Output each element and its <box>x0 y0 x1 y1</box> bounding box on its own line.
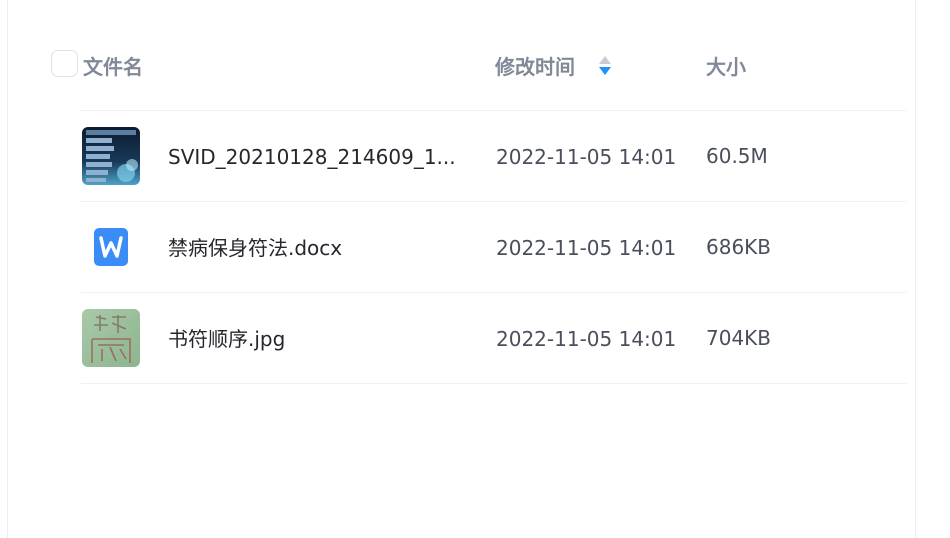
file-modified-time: 2022-11-05 14:01 <box>496 327 677 351</box>
file-name[interactable]: 禁病保身符法.docx <box>168 235 342 261</box>
select-all-checkbox[interactable] <box>51 50 78 77</box>
file-row[interactable]: SVID_20210128_214609_1... 2022-11-05 14:… <box>0 111 950 202</box>
file-name[interactable]: SVID_20210128_214609_1... <box>168 144 456 170</box>
row-divider <box>81 383 907 384</box>
column-header-size[interactable]: 大小 <box>706 54 746 80</box>
file-modified-time: 2022-11-05 14:01 <box>496 145 677 169</box>
file-size: 704KB <box>706 326 772 350</box>
file-row[interactable]: 禁病保身符法.docx 2022-11-05 14:01 686KB <box>0 202 950 293</box>
column-header-modified[interactable]: 修改时间 <box>495 54 575 80</box>
word-doc-icon <box>82 218 140 276</box>
image-thumbnail <box>82 309 140 367</box>
file-size: 686KB <box>706 235 772 259</box>
file-row[interactable]: 书符顺序.jpg 2022-11-05 14:01 704KB <box>0 293 950 384</box>
file-list-header: 文件名 修改时间 大小 <box>0 0 950 111</box>
file-size: 60.5M <box>706 144 768 168</box>
file-name[interactable]: 书符顺序.jpg <box>168 326 285 352</box>
video-thumbnail <box>82 127 140 185</box>
file-modified-time: 2022-11-05 14:01 <box>496 236 677 260</box>
sort-caret-icon[interactable] <box>598 54 612 78</box>
column-header-name[interactable]: 文件名 <box>83 54 143 80</box>
